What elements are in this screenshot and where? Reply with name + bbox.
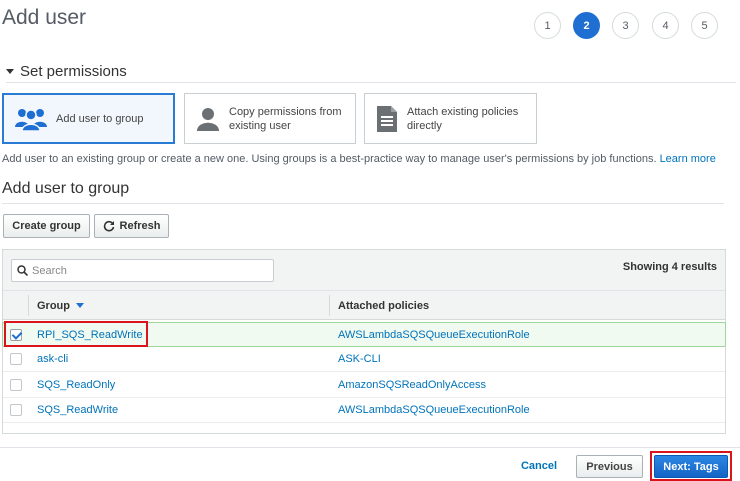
row-checkbox[interactable] xyxy=(10,379,22,391)
table-header: Group Attached policies xyxy=(3,290,725,320)
option-copy-permissions[interactable]: Copy permissions from existing user xyxy=(184,93,356,144)
description: Add user to an existing group or create … xyxy=(2,153,716,165)
table-row[interactable]: SQS_ReadOnly AmazonSQSReadOnlyAccess xyxy=(3,373,725,398)
policy-link[interactable]: AWSLambdaSQSQueueExecutionRole xyxy=(338,398,530,422)
create-group-button[interactable]: Create group xyxy=(3,214,90,238)
user-icon xyxy=(197,107,219,131)
column-separator xyxy=(329,295,330,316)
footer-divider xyxy=(0,447,740,448)
search-box[interactable] xyxy=(11,259,274,282)
refresh-icon xyxy=(103,220,114,232)
table-toolbar: Showing 4 results xyxy=(3,250,725,290)
option-label: Attach existing policies directly xyxy=(407,105,519,132)
document-icon xyxy=(377,105,397,132)
divider xyxy=(2,203,724,204)
column-header-group[interactable]: Group xyxy=(37,291,84,320)
user-group-icon xyxy=(15,108,47,132)
set-permissions-section-header[interactable]: Set permissions xyxy=(6,63,736,83)
step-5[interactable]: 5 xyxy=(691,12,718,39)
previous-button[interactable]: Previous xyxy=(576,455,643,478)
option-add-user-to-group[interactable]: Add user to group xyxy=(2,93,175,144)
table-row[interactable]: SQS_ReadWrite AWSLambdaSQSQueueExecution… xyxy=(3,398,725,423)
learn-more-link[interactable]: Learn more xyxy=(660,153,716,165)
row-checkbox[interactable] xyxy=(10,353,22,365)
cancel-button[interactable]: Cancel xyxy=(515,455,563,477)
step-2[interactable]: 2 xyxy=(573,12,600,39)
option-label: Copy permissions from existing user xyxy=(229,105,342,132)
policy-link[interactable]: ASK-CLI xyxy=(338,347,381,371)
step-3[interactable]: 3 xyxy=(612,12,639,39)
search-icon xyxy=(17,265,28,276)
highlight-box-next-button xyxy=(650,451,732,481)
column-header-group-label: Group xyxy=(37,299,70,312)
option-attach-policies[interactable]: Attach existing policies directly xyxy=(364,93,537,144)
group-link[interactable]: SQS_ReadOnly xyxy=(37,373,115,397)
sort-descending-icon xyxy=(76,303,84,308)
group-link[interactable]: SQS_ReadWrite xyxy=(37,398,118,422)
group-link[interactable]: ask-cli xyxy=(37,347,68,371)
highlight-box-selected-group xyxy=(4,321,148,347)
refresh-button[interactable]: Refresh xyxy=(94,214,169,238)
results-count: Showing 4 results xyxy=(622,261,717,273)
section-title: Set permissions xyxy=(20,63,127,80)
step-1[interactable]: 1 xyxy=(534,12,561,39)
page-title: Add user xyxy=(2,6,87,29)
column-separator xyxy=(28,295,29,316)
search-input[interactable] xyxy=(30,262,265,279)
subsection-title: Add user to group xyxy=(2,180,130,197)
step-4[interactable]: 4 xyxy=(652,12,679,39)
table-row[interactable]: ask-cli ASK-CLI xyxy=(3,347,725,372)
option-label: Add user to group xyxy=(56,112,144,125)
policy-link[interactable]: AmazonSQSReadOnlyAccess xyxy=(338,373,486,397)
policy-link[interactable]: AWSLambdaSQSQueueExecutionRole xyxy=(338,323,530,347)
caret-down-icon xyxy=(6,69,14,74)
refresh-label: Refresh xyxy=(119,220,161,232)
row-checkbox[interactable] xyxy=(10,404,22,416)
column-header-policies: Attached policies xyxy=(338,299,430,312)
description-text: Add user to an existing group or create … xyxy=(2,153,657,165)
